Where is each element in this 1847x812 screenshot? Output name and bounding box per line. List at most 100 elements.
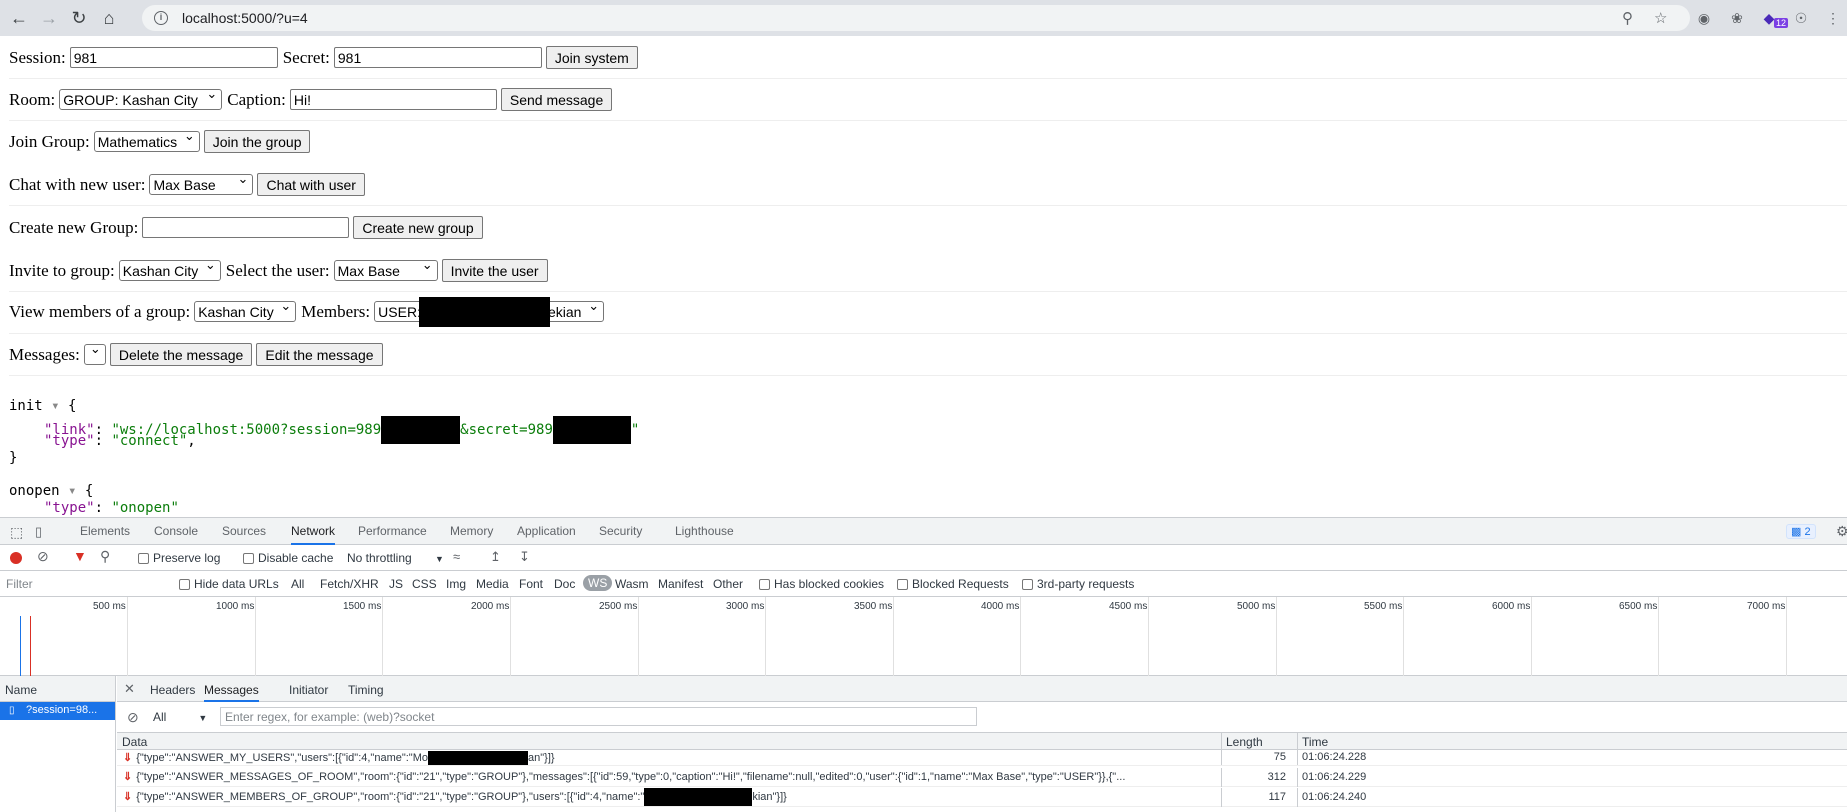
device-toolbar-icon[interactable]: ▯ [35,524,42,540]
filter-ws[interactable]: WS [583,575,613,591]
filter-img[interactable]: Img [446,577,466,591]
checkbox-box[interactable] [243,553,254,565]
create-group-label: Create new Group: [9,217,139,237]
menu-icon[interactable]: ⋮ [1823,8,1843,28]
filter-icon[interactable]: ▼ [73,548,87,564]
checkbox-box[interactable] [759,579,770,591]
view-members-select[interactable]: Kashan City [194,298,297,322]
join-system-button[interactable]: Join system [545,46,638,69]
address-bar[interactable]: i localhost:5000/?u=4 ⚲ ☆ [142,5,1690,31]
filter-other[interactable]: Other [713,577,743,591]
name-column-header[interactable]: Name [5,683,37,697]
blocked-requests-checkbox[interactable]: Blocked Requests [897,577,1009,591]
delete-message-button[interactable]: Delete the message [109,343,253,366]
url-text[interactable]: localhost:5000/?u=4 [182,10,308,26]
hide-data-urls-checkbox[interactable]: Hide data URLs [179,577,279,591]
message-regex-input[interactable]: Enter regex, for example: (web)?socket [220,707,977,726]
network-conditions-icon[interactable]: ≈ [453,549,460,564]
blocked-cookies-checkbox[interactable]: Has blocked cookies [759,577,884,591]
upload-icon[interactable]: ↥ [490,549,501,565]
filter-all[interactable]: All [291,577,304,591]
issues-badge[interactable]: ▩ 2 [1786,524,1816,539]
third-party-checkbox[interactable]: 3rd-party requests [1022,577,1134,591]
filter-fetch-xhr[interactable]: Fetch/XHR [320,577,379,591]
camera-extension-icon[interactable]: ◉ [1694,8,1714,28]
extension-icon[interactable]: ❀ [1727,8,1747,28]
session-input[interactable] [69,47,278,68]
secret-input[interactable] [333,47,542,68]
checkbox-box[interactable] [179,579,190,591]
time-column-header[interactable]: Time [1302,735,1328,749]
checkbox-box[interactable] [897,579,908,591]
search-icon[interactable]: ⚲ [100,548,110,565]
create-group-input[interactable] [142,217,350,238]
join-the-group-button[interactable]: Join the group [203,130,311,153]
messages-select[interactable] [83,341,106,365]
filter-font[interactable]: Font [519,577,543,591]
forward-icon[interactable]: → [38,7,60,29]
bookmark-star-icon[interactable]: ☆ [1654,9,1667,27]
checkbox-box[interactable] [138,553,149,565]
edit-message-button[interactable]: Edit the message [256,343,383,366]
request-row[interactable]: ▯ ?session=98... [0,702,115,720]
inspect-icon[interactable]: ⬚ [10,524,23,541]
tab-timing[interactable]: Timing [348,683,384,697]
invite-user-select[interactable]: Max Base [333,257,438,281]
clear-icon[interactable]: ⊘ [37,548,49,565]
tab-performance[interactable]: Performance [358,518,427,545]
caption-input[interactable] [289,89,497,110]
checkbox-box[interactable] [1022,579,1033,591]
throttling-select[interactable]: No throttling ▼ [347,551,444,565]
back-icon[interactable]: ← [8,7,30,29]
chat-with-user-button[interactable]: Chat with user [257,173,365,196]
site-info-icon[interactable]: i [154,11,168,25]
length-column-header[interactable]: Length [1226,735,1263,749]
clear-messages-icon[interactable]: ⊘ [127,709,139,726]
download-icon[interactable]: ↧ [519,549,530,565]
request-name: ?session=98... [26,704,98,716]
tab-console[interactable]: Console [154,518,198,545]
tab-sources[interactable]: Sources [222,518,266,545]
message-row[interactable]: ⇓ {"type":"ANSWER_MY_USERS","users":[{"id… [117,751,1847,766]
send-message-button[interactable]: Send message [500,88,613,111]
reload-icon[interactable]: ↻ [68,7,90,29]
message-type-select[interactable]: All ▼ [153,710,207,724]
tab-network[interactable]: Network [291,518,336,545]
filter-input[interactable]: Filter [6,577,33,591]
message-row[interactable]: ⇓ {"type":"ANSWER_MEMBERS_OF_GROUP","room… [117,788,1847,807]
preserve-log-checkbox[interactable]: Preserve log [138,551,220,565]
timeline-gridline [127,597,128,676]
filter-wasm[interactable]: Wasm [615,577,649,591]
filter-manifest[interactable]: Manifest [658,577,703,591]
tab-application[interactable]: Application [517,518,576,545]
tab-memory[interactable]: Memory [450,518,493,545]
tab-messages[interactable]: Messages [204,683,259,702]
chat-user-select[interactable]: Max Base [149,171,254,195]
disable-cache-checkbox[interactable]: Disable cache [243,551,333,565]
tab-initiator[interactable]: Initiator [289,683,328,697]
tab-lighthouse[interactable]: Lighthouse [675,518,734,545]
members-select[interactable]: USER: ekian [374,296,605,327]
filter-media[interactable]: Media [476,577,509,591]
eye-extension-icon[interactable]: ☉ [1791,8,1811,28]
invite-user-button[interactable]: Invite the user [441,259,548,282]
data-column-header[interactable]: Data [122,735,147,749]
tab-headers[interactable]: Headers [150,683,195,697]
network-filter-bar: Filter Hide data URLs All Fetch/XHR JS C… [0,571,1847,597]
message-row[interactable]: ⇓ {"type":"ANSWER_MESSAGES_OF_ROOM","room… [117,768,1847,787]
close-icon[interactable]: ✕ [124,681,135,697]
record-icon[interactable] [10,552,22,564]
filter-js[interactable]: JS [389,577,403,591]
tab-security[interactable]: Security [599,518,642,545]
tab-elements[interactable]: Elements [80,518,130,545]
room-select[interactable]: GROUP: Kashan City [59,86,223,110]
create-new-group-button[interactable]: Create new group [353,216,483,239]
filter-css[interactable]: CSS [412,577,437,591]
zoom-icon[interactable]: ⚲ [1622,9,1633,27]
messages-label: Messages: [9,344,80,364]
filter-doc[interactable]: Doc [554,577,575,591]
invite-group-select[interactable]: Kashan City [118,257,221,281]
home-icon[interactable]: ⌂ [98,7,120,29]
settings-gear-icon[interactable]: ⚙ [1836,523,1847,540]
join-group-select[interactable]: Mathematics [93,128,200,152]
